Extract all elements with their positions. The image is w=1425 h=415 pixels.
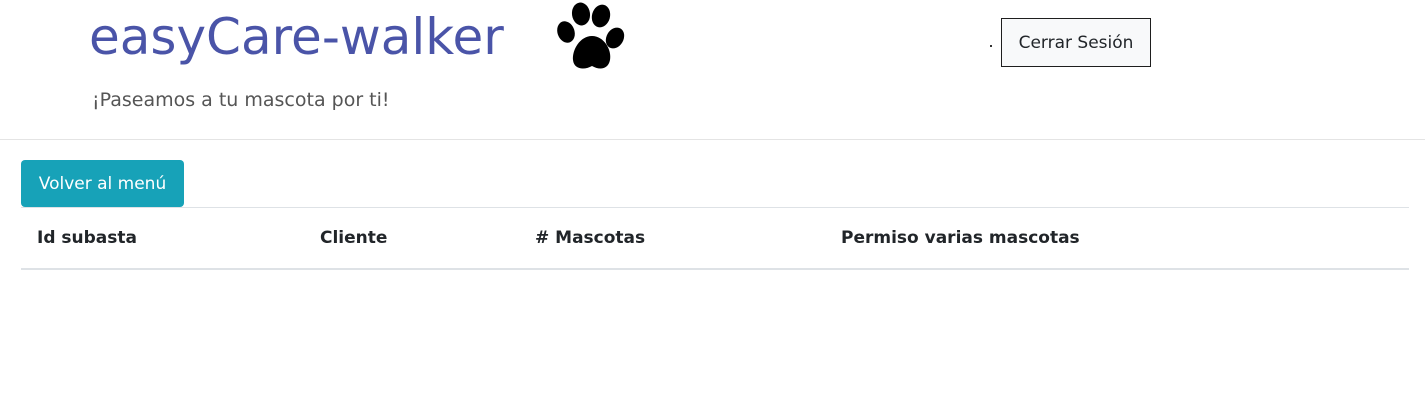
back-to-menu-button[interactable]: Volver al menú	[21, 160, 184, 207]
table-header-row: Id subasta Cliente # Mascotas Permiso va…	[21, 207, 1409, 270]
logout-button[interactable]: Cerrar Sesión	[1001, 18, 1151, 67]
tagline: ¡Paseamos a tu mascota por ti!	[92, 89, 390, 111]
paw-icon	[557, 2, 625, 69]
page-header: easyCare-walker ¡Paseamos a tu mascota p…	[0, 0, 1425, 140]
column-header-id-subasta: Id subasta	[21, 207, 304, 270]
column-header-cliente: Cliente	[304, 207, 519, 270]
auctions-table: Id subasta Cliente # Mascotas Permiso va…	[21, 207, 1409, 270]
dot-separator	[990, 45, 992, 47]
column-header-permiso: Permiso varias mascotas	[825, 207, 1409, 270]
brand-title: easyCare-walker	[89, 8, 504, 66]
column-header-mascotas: # Mascotas	[519, 207, 825, 270]
table-header: Id subasta Cliente # Mascotas Permiso va…	[21, 207, 1409, 270]
